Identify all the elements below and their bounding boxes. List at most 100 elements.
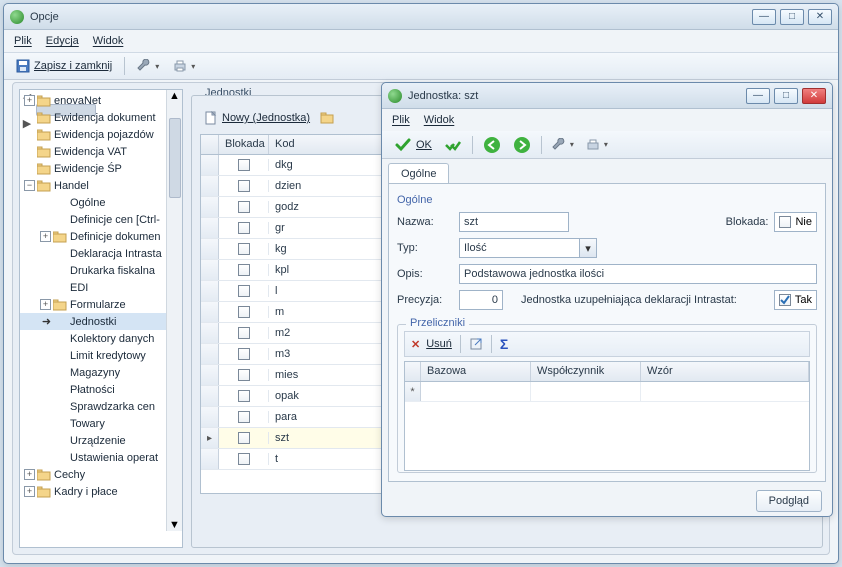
tab-ogolne[interactable]: Ogólne xyxy=(388,163,449,184)
row-checkbox[interactable] xyxy=(238,390,250,402)
chevron-down-icon[interactable]: ▾ xyxy=(579,238,597,258)
table-row[interactable]: kg xyxy=(201,239,389,260)
tree-item[interactable]: Towary xyxy=(20,415,166,432)
col-bazowa[interactable]: Bazowa xyxy=(421,362,531,381)
tree-item[interactable]: Drukarka fiskalna xyxy=(20,262,166,279)
row-checkbox[interactable] xyxy=(238,201,250,213)
table-row[interactable]: ▸szt xyxy=(201,428,389,449)
open-external-icon[interactable] xyxy=(469,337,483,351)
tree-item[interactable]: Płatności xyxy=(20,381,166,398)
next-button[interactable] xyxy=(509,134,535,156)
scroll-down-icon[interactable]: ▼ xyxy=(169,519,180,531)
table-row[interactable]: godz xyxy=(201,197,389,218)
row-checkbox[interactable] xyxy=(238,264,250,276)
tree-item[interactable]: Ewidencja VAT xyxy=(20,143,166,160)
intrastat-checkbox[interactable]: Tak xyxy=(774,290,817,310)
precyzja-input[interactable] xyxy=(459,290,503,310)
typ-input[interactable] xyxy=(459,238,579,258)
row-checkbox[interactable] xyxy=(238,369,250,381)
main-titlebar[interactable]: Opcje — □ ✕ xyxy=(4,4,838,30)
tree-item[interactable]: EDI xyxy=(20,279,166,296)
ok-button[interactable]: OK xyxy=(390,134,436,156)
tree-item[interactable]: Urządzenie xyxy=(20,432,166,449)
blokada-checkbox[interactable]: Nie xyxy=(774,212,817,232)
expand-icon[interactable]: − xyxy=(24,180,35,191)
tools-dropdown[interactable]: ▾ xyxy=(133,57,163,75)
col-kod[interactable]: Kod xyxy=(269,135,389,154)
sub-new-row[interactable]: * xyxy=(405,382,809,402)
tree-item[interactable]: −Handel xyxy=(20,177,166,194)
maximize-button[interactable]: □ xyxy=(780,9,804,25)
tree-item[interactable]: ➜Jednostki xyxy=(20,313,166,330)
print-dropdown[interactable]: ▾ xyxy=(169,57,199,75)
delete-icon[interactable]: ✕ xyxy=(411,338,420,351)
row-checkbox[interactable] xyxy=(238,180,250,192)
row-checkbox[interactable] xyxy=(238,306,250,318)
tree-item[interactable]: Ogólne xyxy=(20,194,166,211)
grid-body[interactable]: dkgdziengodzgrkgkpllmm2m3miesopakpara▸sz… xyxy=(201,155,389,470)
row-checkbox[interactable] xyxy=(238,432,250,444)
dialog-maximize-button[interactable]: □ xyxy=(774,88,798,104)
expand-icon[interactable]: + xyxy=(40,231,51,242)
typ-combo[interactable]: ▾ xyxy=(459,238,597,258)
dialog-tools-dropdown[interactable]: ▾ xyxy=(548,136,578,154)
new-button[interactable]: Nowy (Jednostka) xyxy=(200,109,314,127)
row-checkbox[interactable] xyxy=(238,222,250,234)
expand-icon[interactable]: + xyxy=(24,486,35,497)
row-checkbox[interactable] xyxy=(238,348,250,360)
row-checkbox[interactable] xyxy=(238,285,250,297)
prev-button[interactable] xyxy=(479,134,505,156)
save-close-button[interactable]: Zapisz i zamknij xyxy=(12,57,116,75)
tree-item[interactable]: Deklaracja Intrasta xyxy=(20,245,166,262)
tree-item[interactable]: Limit kredytowy xyxy=(20,347,166,364)
tree-item[interactable]: Magazyny xyxy=(20,364,166,381)
expand-icon[interactable]: + xyxy=(40,299,51,310)
table-row[interactable]: dzien xyxy=(201,176,389,197)
dialog-titlebar[interactable]: Jednostka: szt — □ ✕ xyxy=(382,83,832,109)
table-row[interactable]: l xyxy=(201,281,389,302)
table-row[interactable]: m2 xyxy=(201,323,389,344)
dialog-print-dropdown[interactable]: ▾ xyxy=(582,136,612,154)
table-row[interactable]: mies xyxy=(201,365,389,386)
apply-button[interactable] xyxy=(440,134,466,156)
expand-icon[interactable]: + xyxy=(24,95,35,106)
table-row[interactable]: kpl xyxy=(201,260,389,281)
table-row[interactable]: gr xyxy=(201,218,389,239)
nazwa-input[interactable] xyxy=(459,212,569,232)
table-row[interactable]: t xyxy=(201,449,389,470)
table-row[interactable]: opak xyxy=(201,386,389,407)
tree-item[interactable]: Ewidencje ŚP xyxy=(20,160,166,177)
close-button[interactable]: ✕ xyxy=(808,9,832,25)
row-checkbox[interactable] xyxy=(238,243,250,255)
dialog-menu-file[interactable]: Plik xyxy=(392,114,410,126)
col-wsp[interactable]: Współczynnik xyxy=(531,362,641,381)
dialog-menu-view[interactable]: Widok xyxy=(424,114,455,126)
tree-vscroll[interactable]: ▲ ▼ xyxy=(166,90,182,531)
tree-item[interactable]: +Definicje dokumen xyxy=(20,228,166,245)
dialog-close-button[interactable]: ✕ xyxy=(802,88,826,104)
tree-item[interactable]: Sprawdzarka cen xyxy=(20,398,166,415)
tree-item[interactable]: Ewidencja pojazdów xyxy=(20,126,166,143)
tree-item[interactable]: Ustawienia operat xyxy=(20,449,166,466)
opis-input[interactable] xyxy=(459,264,817,284)
tree-item[interactable]: +enovaNet xyxy=(20,92,166,109)
minimize-button[interactable]: — xyxy=(752,9,776,25)
scroll-up-icon[interactable]: ▲ xyxy=(169,90,180,102)
table-row[interactable]: dkg xyxy=(201,155,389,176)
expand-icon[interactable]: + xyxy=(24,469,35,480)
dialog-minimize-button[interactable]: — xyxy=(746,88,770,104)
delete-label[interactable]: Usuń xyxy=(426,338,452,350)
menu-view[interactable]: Widok xyxy=(93,35,124,47)
tree-item[interactable]: Kolektory danych xyxy=(20,330,166,347)
tree-item[interactable]: +Formularze xyxy=(20,296,166,313)
col-wzor[interactable]: Wzór xyxy=(641,362,809,381)
scroll-thumb[interactable] xyxy=(169,118,181,198)
tree-item[interactable]: Ewidencja dokument xyxy=(20,109,166,126)
table-row[interactable]: para xyxy=(201,407,389,428)
table-row[interactable]: m3 xyxy=(201,344,389,365)
row-checkbox[interactable] xyxy=(238,453,250,465)
col-blokada[interactable]: Blokada xyxy=(219,135,269,154)
row-checkbox[interactable] xyxy=(238,159,250,171)
table-row[interactable]: m xyxy=(201,302,389,323)
menu-file[interactable]: Plik xyxy=(14,35,32,47)
